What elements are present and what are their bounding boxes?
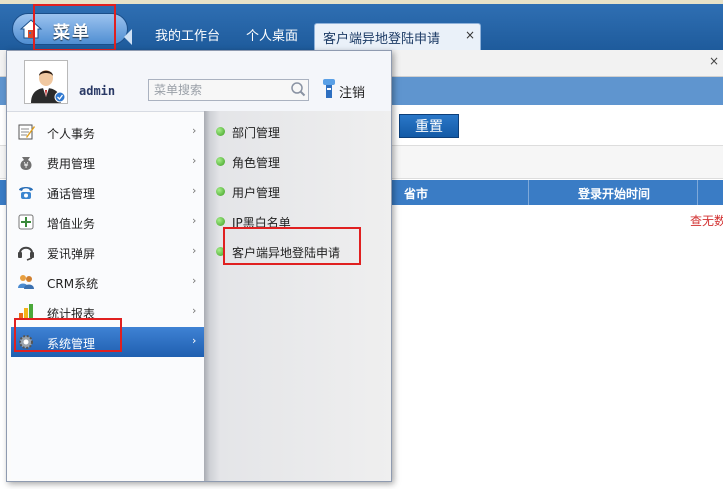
chevron-right-icon: › (192, 154, 197, 167)
menu-button-highlight (33, 4, 116, 51)
tab-my-workbench[interactable]: 我的工作台 (155, 24, 220, 50)
menu-category-list: 个人事务 › ¥ 费用管理 › 通话管理 › 增值业务 › 爱讯弹屏 › CRM… (11, 114, 204, 479)
tab-remote-login-application[interactable]: 客户端异地登陆申请 × (314, 23, 481, 50)
menu-item-value-added-services[interactable]: 增值业务 › (11, 207, 204, 237)
active-tab-label: 客户端异地登陆申请 (323, 32, 441, 47)
status-dot-icon (216, 157, 225, 166)
start-menu-popup: admin 菜单搜索 注销 个人事务 › ¥ 费用管理 › 通话管理 › 增值业… (6, 50, 392, 482)
column-separator (528, 180, 529, 205)
menu-search-input[interactable]: 菜单搜索 (148, 79, 309, 101)
menu-item-crm-system[interactable]: CRM系统 › (11, 267, 204, 297)
money-bag-icon: ¥ (20, 157, 32, 170)
no-data-message: 查无数 (690, 214, 723, 228)
remote-login-application-highlight (223, 227, 361, 265)
status-dot-icon (216, 127, 225, 136)
column-separator (697, 180, 698, 205)
submenu-item-label: 角色管理 (232, 156, 281, 170)
column-header-login-start-time[interactable]: 登录开始时间 (578, 185, 650, 202)
close-icon[interactable]: × (709, 54, 719, 68)
chevron-right-icon: › (192, 184, 197, 197)
menu-item-label: 增值业务 (47, 217, 96, 231)
user-avatar-icon (25, 61, 67, 103)
menu-item-label: CRM系统 (47, 277, 99, 291)
submenu-item-department-management[interactable]: 部门管理 (204, 116, 391, 146)
logout-button[interactable]: 注销 (321, 78, 365, 102)
chevron-right-icon: › (192, 304, 197, 317)
menu-item-popup-screen[interactable]: 爱讯弹屏 › (11, 237, 204, 267)
tab-personal-desktop[interactable]: 个人桌面 (246, 24, 298, 50)
submenu-item-label: 部门管理 (232, 126, 281, 140)
menu-item-label: 个人事务 (47, 127, 96, 141)
menu-item-label: 通话管理 (47, 187, 96, 201)
submenu-item-label: 用户管理 (232, 186, 281, 200)
plus-box-icon (18, 214, 34, 230)
chevron-right-icon: › (192, 334, 197, 347)
username-label: admin (79, 84, 116, 98)
status-dot-icon (216, 217, 225, 226)
menu-item-label: 爱讯弹屏 (47, 247, 96, 261)
submenu-list: 部门管理 角色管理 用户管理 IP黑白名单 客户端异地登陆申请 (204, 111, 391, 481)
logout-icon (323, 79, 335, 98)
system-management-highlight (14, 318, 122, 352)
avatar (24, 60, 68, 104)
column-header-province[interactable]: 省市 (404, 185, 428, 202)
chevron-right-icon: › (192, 244, 197, 257)
svg-text:¥: ¥ (23, 161, 28, 170)
chevron-right-icon: › (192, 124, 197, 137)
reset-button[interactable]: 重置 (399, 114, 459, 138)
tab-scroll-left-icon[interactable] (124, 29, 132, 45)
chevron-right-icon: › (192, 214, 197, 227)
status-dot-icon (216, 187, 225, 196)
submenu-item-user-management[interactable]: 用户管理 (204, 176, 391, 206)
search-icon[interactable] (290, 81, 306, 97)
user-panel: admin 菜单搜索 注销 (7, 51, 391, 112)
users-icon (18, 275, 34, 289)
notepad-icon (18, 124, 35, 140)
menu-item-call-management[interactable]: 通话管理 › (11, 177, 204, 207)
menu-item-personal-affairs[interactable]: 个人事务 › (11, 117, 204, 147)
menu-item-label: 费用管理 (47, 157, 96, 171)
submenu-item-role-management[interactable]: 角色管理 (204, 146, 391, 176)
phone-icon (19, 187, 33, 199)
menu-item-expense-management[interactable]: ¥ 费用管理 › (11, 147, 204, 177)
logout-label: 注销 (339, 86, 366, 101)
chevron-right-icon: › (192, 274, 197, 287)
headset-icon (18, 246, 34, 261)
close-tab-icon[interactable]: × (465, 28, 475, 42)
